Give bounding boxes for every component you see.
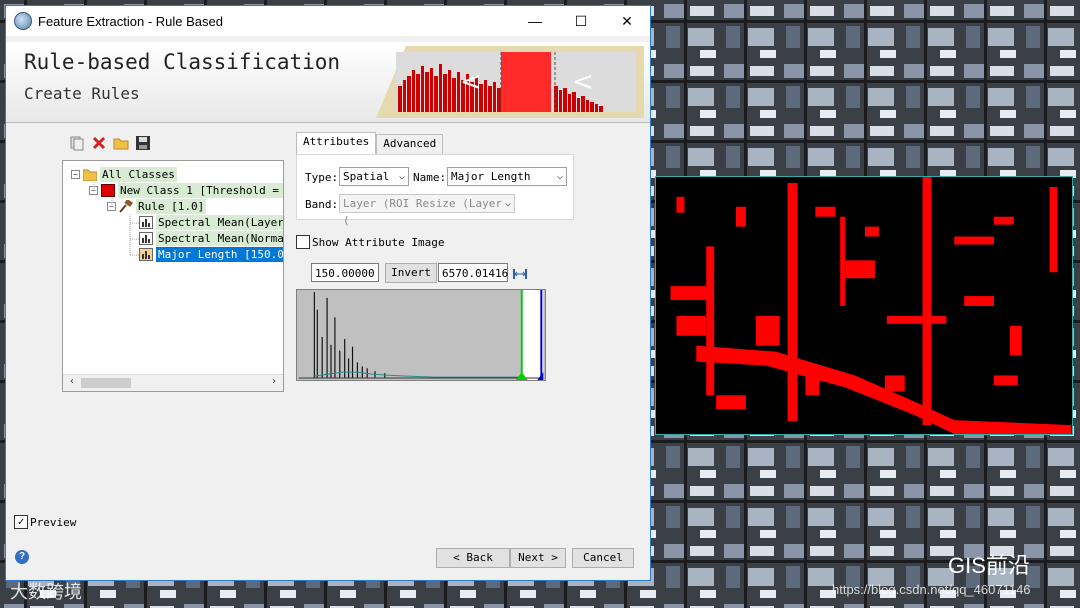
band-label: Band: [305, 198, 339, 211]
svg-text:<: < [460, 67, 482, 97]
name-select[interactable]: Major Length ⌵ [447, 167, 567, 186]
scroll-left-icon[interactable]: ‹ [65, 376, 79, 387]
type-select-value: Spatial [343, 170, 390, 183]
watermark-brand: GIS前沿 [948, 553, 1030, 578]
name-label: Name: [413, 171, 447, 184]
banner-histogram-graphic: < < [376, 46, 644, 118]
show-attribute-image-checkbox[interactable] [296, 235, 310, 249]
type-label: Type: [305, 171, 339, 184]
app-icon [14, 12, 32, 30]
watermark-url: https://blog.csdn.net/qq_46071146 [832, 582, 1031, 597]
max-threshold-input[interactable]: 6570.01416 [438, 263, 508, 282]
maximize-button[interactable]: ☐ [558, 6, 604, 36]
classification-preview-overlay [655, 176, 1073, 435]
band-select: Layer (ROI Resize (Layer ( ⌵ [339, 194, 515, 227]
tab-attributes[interactable]: Attributes [296, 132, 377, 155]
min-threshold-input[interactable]: 150.00000 [311, 263, 379, 282]
attribute-histogram[interactable] [296, 289, 546, 381]
watermark-left: 大数跨境 [10, 582, 82, 602]
chevron-down-icon: ⌵ [504, 198, 511, 209]
band-select-value: Layer (ROI Resize (Layer ( [343, 197, 502, 227]
tree-toolbar [68, 134, 152, 152]
invert-button[interactable]: Invert [385, 263, 437, 283]
type-select[interactable]: Spatial ⌵ [339, 167, 409, 186]
copy-icon[interactable] [68, 134, 86, 152]
back-button[interactable]: < Back [436, 548, 510, 568]
save-icon[interactable] [134, 134, 152, 152]
scroll-right-icon[interactable]: › [267, 376, 281, 387]
tab-advanced[interactable]: Advanced [376, 134, 444, 155]
tree-connector-lines [93, 182, 139, 256]
banner-title: Rule-based Classification [24, 50, 341, 74]
banner-subtitle: Create Rules [24, 84, 140, 103]
window-title: Feature Extraction - Rule Based [38, 13, 223, 29]
close-button[interactable]: ✕ [604, 6, 650, 36]
attribute-tabs: Attributes Advanced [296, 132, 444, 155]
rule-tree[interactable]: − All Classes − New Class 1 [Threshold =… [62, 160, 284, 392]
show-attribute-image-label: Show Attribute Image [312, 236, 445, 249]
cancel-button[interactable]: Cancel [572, 548, 634, 568]
tree-horizontal-scrollbar[interactable]: ‹ › [63, 374, 283, 391]
wizard-banner: Rule-based Classification Create Rules <… [6, 42, 650, 123]
preview-label: Preview [30, 516, 77, 529]
delete-icon[interactable] [90, 134, 108, 152]
title-bar[interactable]: Feature Extraction - Rule Based — ☐ ✕ [6, 6, 650, 36]
name-select-value: Major Length [451, 170, 531, 183]
preview-checkbox[interactable]: ✓ [14, 515, 28, 529]
next-button[interactable]: Next > [510, 548, 566, 568]
svg-text:<: < [572, 67, 594, 97]
open-folder-icon[interactable] [112, 134, 130, 152]
help-icon[interactable]: ? [15, 550, 29, 564]
chevron-down-icon: ⌵ [398, 171, 405, 182]
fit-range-icon[interactable] [512, 266, 528, 282]
chevron-down-icon: ⌵ [556, 171, 563, 182]
scroll-thumb[interactable] [81, 378, 131, 388]
attributes-panel: Type: Spatial ⌵ Name: Major Length ⌵ Ban… [296, 154, 574, 227]
minimize-button[interactable]: — [512, 6, 558, 36]
rule-based-dialog: Feature Extraction - Rule Based — ☐ ✕ Ru… [5, 5, 651, 581]
